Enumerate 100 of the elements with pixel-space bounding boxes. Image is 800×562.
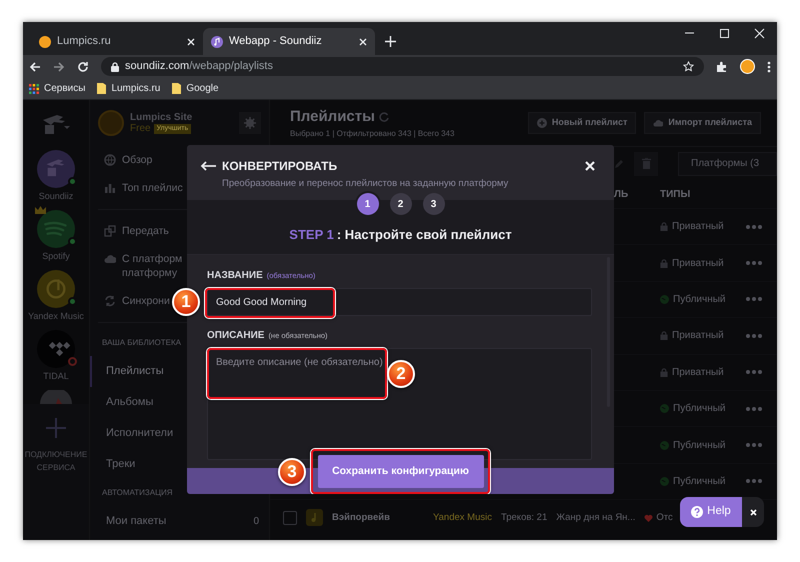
close-button[interactable] <box>742 497 764 527</box>
heart-icon <box>644 514 654 522</box>
step-indicator[interactable]: 2 <box>390 193 412 215</box>
plane-icon[interactable] <box>37 150 75 188</box>
service-label: Soundiiz <box>38 190 74 202</box>
nav-item[interactable]: Передать <box>104 224 169 238</box>
field-label: ОПИСАНИЕ <box>207 329 264 343</box>
url-text: soundiiz.com/webapp/playlists <box>125 59 274 74</box>
type-label: Публичный <box>673 438 726 453</box>
folder-icon <box>97 83 106 94</box>
close-icon[interactable] <box>754 28 765 39</box>
more-icon[interactable] <box>746 261 762 266</box>
lock-icon <box>111 62 119 72</box>
reload-icon[interactable] <box>77 60 89 72</box>
close-icon[interactable] <box>585 161 595 171</box>
trash-icon <box>642 158 650 169</box>
back-arrow-icon[interactable] <box>200 161 216 171</box>
type-label: Приватный <box>672 329 724 344</box>
step-indicator[interactable]: 3 <box>422 193 444 215</box>
nav-item[interactable]: Топ плейлис <box>104 181 183 195</box>
maximize-icon[interactable] <box>719 28 730 39</box>
nav-item[interactable]: Обзор <box>104 153 152 167</box>
close-icon[interactable] <box>359 38 367 46</box>
type-label: Приватный <box>672 220 724 234</box>
profile-avatar[interactable] <box>740 59 755 74</box>
help-button[interactable]: Help <box>680 497 742 527</box>
more-icon[interactable] <box>746 224 762 229</box>
more-icon[interactable] <box>746 370 762 374</box>
more-icon[interactable] <box>746 334 762 338</box>
platforms-filter[interactable]: Платформы (3 <box>678 152 777 176</box>
selection-summary: Выбрано 1 | Отфильтровано 343 | Всего 343 <box>290 128 454 140</box>
nav-item[interactable]: Синхрони <box>104 294 170 308</box>
page-title: Плейлисты <box>290 106 375 127</box>
more-icon[interactable] <box>746 479 762 484</box>
count-label: 0 <box>253 515 259 529</box>
help-icon <box>691 506 704 518</box>
step-indicator[interactable]: 1 <box>356 193 378 215</box>
close-icon <box>750 508 756 516</box>
more-icon[interactable] <box>746 406 762 411</box>
site-icon <box>39 36 51 48</box>
close-icon[interactable] <box>187 38 195 46</box>
star-icon[interactable] <box>683 61 694 72</box>
sync-icon <box>104 295 116 307</box>
new-tab-icon[interactable] <box>385 36 396 47</box>
cloud-icon <box>653 118 664 128</box>
plane-icon[interactable] <box>41 112 71 136</box>
library-item[interactable]: Исполнители <box>106 425 174 442</box>
service-icon[interactable] <box>37 390 75 404</box>
cloud-icon <box>104 253 116 265</box>
bookmark-link[interactable]: Google <box>172 81 219 96</box>
forward-icon[interactable] <box>53 60 65 72</box>
folder-icon <box>172 83 182 94</box>
browser-tab[interactable]: Webapp - Soundiiz <box>203 28 375 55</box>
plus-circle-icon <box>536 118 547 128</box>
service-label: TIDAL <box>42 370 70 382</box>
library-item[interactable]: Плейлисты <box>106 363 164 380</box>
name-input[interactable]: Good Good Morning <box>207 288 592 316</box>
service-label: Yandex Music <box>27 310 85 322</box>
platform-label: Yandex Music <box>433 510 492 524</box>
type-label: Публичный <box>673 474 726 489</box>
address-bar[interactable]: soundiiz.com/webapp/playlists <box>101 57 704 76</box>
tab-title: Lumpics.ru <box>57 34 112 50</box>
section-heading: ВАША БИБЛИОТЕКА <box>102 337 181 349</box>
column-header: ЛЬ <box>614 188 630 202</box>
bar-chart-icon <box>104 182 116 194</box>
back-icon[interactable] <box>29 60 41 72</box>
table-cell-text: Отс <box>656 510 673 524</box>
modal-subtitle: Преобразование и перенос плейлистов на заданную платформу <box>222 177 510 191</box>
bookmark-link[interactable]: Сервисы <box>29 81 86 96</box>
account-avatar[interactable] <box>98 110 124 136</box>
track-count: Треков: 21 <box>500 510 548 524</box>
service-label: Spotify <box>41 250 71 262</box>
plus-icon[interactable] <box>46 418 66 438</box>
library-item[interactable]: Треки <box>106 456 136 473</box>
menu-icon[interactable] <box>767 60 771 72</box>
type-label: Публичный <box>673 292 726 307</box>
step-title: : Настройте свой плейлист <box>336 226 512 244</box>
section-heading: АВТОМАТИЗАЦИЯ <box>102 487 173 499</box>
settings-icon <box>244 117 256 129</box>
save-button[interactable]: Сохранить конфигурацию <box>318 455 484 488</box>
new-playlist-button[interactable]: Новый плейлист <box>528 112 636 134</box>
library-item[interactable]: Мои пакеты <box>106 513 166 530</box>
tab-title: Webapp - Soundiiz <box>229 34 323 50</box>
nav-item[interactable]: С платформ платформу <box>104 252 182 280</box>
library-item[interactable]: Альбомы <box>106 394 154 411</box>
more-icon[interactable] <box>746 443 762 448</box>
import-button[interactable]: Импорт плейлиста <box>644 112 761 134</box>
wave-icon[interactable] <box>37 210 75 248</box>
delete-button[interactable] <box>634 152 658 176</box>
browser-tab[interactable]: Lumpics.ru <box>31 28 203 55</box>
refresh-icon[interactable] <box>378 112 389 122</box>
add-service-label[interactable]: ПОДКЛЮЧЕНИЕ СЕРВИСА <box>23 448 89 474</box>
step-label: STEP 1 <box>289 226 334 244</box>
bookmark-link[interactable]: Lumpics.ru <box>97 81 160 96</box>
settings-button[interactable] <box>239 112 261 134</box>
puzzle-icon[interactable] <box>716 60 728 72</box>
modal-title: КОНВЕРТИРОВАТЬ <box>222 158 338 175</box>
row-checkbox[interactable] <box>283 510 297 525</box>
field-label: НАЗВАНИЕ <box>207 269 263 283</box>
more-icon[interactable] <box>746 297 762 302</box>
